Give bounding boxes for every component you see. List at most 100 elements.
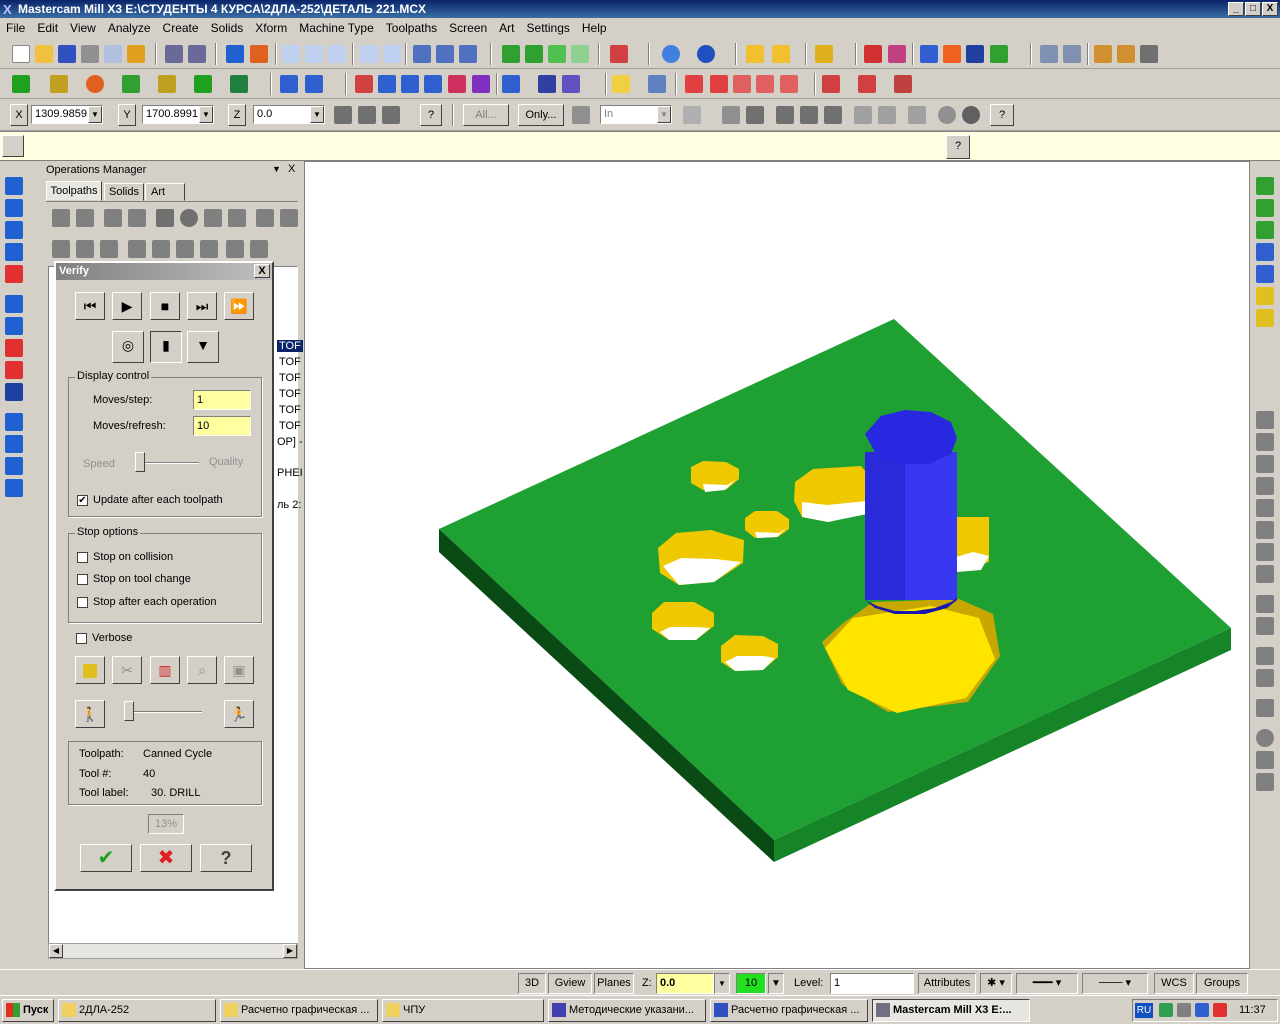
- autocursor-icon[interactable]: [382, 106, 400, 124]
- highfeed-icon[interactable]: [228, 209, 246, 227]
- chain-icon[interactable]: [1256, 499, 1274, 517]
- language-indicator[interactable]: RU: [1135, 1003, 1153, 1018]
- analyze-icon[interactable]: [772, 45, 790, 63]
- wcs-button[interactable]: WCS: [1154, 973, 1194, 994]
- select-dirty-icon[interactable]: [76, 209, 94, 227]
- layer-icon[interactable]: [1256, 647, 1274, 665]
- tree-horizontal-scrollbar[interactable]: ◀ ▶: [48, 943, 298, 959]
- chart-icon[interactable]: [888, 45, 906, 63]
- offset-icon[interactable]: [448, 75, 466, 93]
- solid-back-icon[interactable]: [854, 106, 872, 124]
- sim-speed-thumb[interactable]: [124, 701, 134, 721]
- close-button[interactable]: X: [1262, 2, 1278, 16]
- menu-xform[interactable]: Xform: [249, 21, 293, 35]
- layer2-icon[interactable]: [1256, 669, 1274, 687]
- point-style-select[interactable]: ✱ ▾: [980, 973, 1012, 994]
- tab-toolpaths[interactable]: Toolpaths: [46, 181, 102, 201]
- scissors-icon[interactable]: ✂: [112, 656, 142, 684]
- z-label[interactable]: Z: [228, 104, 246, 126]
- dim-icon[interactable]: [1256, 411, 1274, 429]
- x-label[interactable]: X: [10, 104, 28, 126]
- solid-edge-icon[interactable]: [800, 106, 818, 124]
- rectangle-icon[interactable]: [122, 75, 140, 93]
- delete-icon[interactable]: [815, 45, 833, 63]
- move-down-icon[interactable]: [128, 240, 146, 258]
- prompt-help-button[interactable]: ?: [946, 135, 970, 159]
- zoom-out-icon[interactable]: [328, 45, 346, 63]
- ok-button[interactable]: ✔: [80, 844, 132, 872]
- ordinate-icon[interactable]: [1256, 543, 1274, 561]
- fillet-icon[interactable]: [158, 75, 176, 93]
- solid-tool-icon[interactable]: ▮: [150, 331, 182, 363]
- pan-icon[interactable]: [226, 45, 244, 63]
- point-icon[interactable]: [12, 75, 30, 93]
- menu-screen[interactable]: Screen: [443, 21, 493, 35]
- outline-cube-icon[interactable]: [571, 45, 589, 63]
- menu-toolpaths[interactable]: Toolpaths: [380, 21, 443, 35]
- globe-icon[interactable]: [662, 45, 680, 63]
- select-all-ops-icon[interactable]: [52, 209, 70, 227]
- start-button[interactable]: Пуск: [2, 999, 54, 1022]
- taskbar-item-folder[interactable]: ЧПУ: [382, 999, 544, 1022]
- rotate-down-icon[interactable]: [5, 199, 23, 217]
- groups-button[interactable]: Groups: [1196, 973, 1248, 994]
- volume-icon[interactable]: [1177, 1003, 1191, 1017]
- fillet-solid-icon[interactable]: [5, 339, 23, 357]
- menu-edit[interactable]: Edit: [31, 21, 64, 35]
- book-icon[interactable]: [75, 656, 105, 684]
- selection-help-button[interactable]: ?: [990, 104, 1014, 126]
- help-button[interactable]: ?: [200, 844, 252, 872]
- taskbar-item-document[interactable]: Методические указани...: [548, 999, 706, 1022]
- cancel-button[interactable]: ✖: [140, 844, 192, 872]
- verify-close-button[interactable]: X: [254, 264, 270, 278]
- solid-combo-icon[interactable]: [5, 317, 23, 335]
- menu-view[interactable]: View: [64, 21, 102, 35]
- break-icon[interactable]: [305, 75, 323, 93]
- regen-dirty-icon[interactable]: [128, 209, 146, 227]
- minimize-button[interactable]: _: [1228, 2, 1244, 16]
- menu-machine-type[interactable]: Machine Type: [293, 21, 380, 35]
- run-icon[interactable]: 🏃: [224, 700, 254, 728]
- trim-icon[interactable]: [280, 75, 298, 93]
- boolean-icon[interactable]: [5, 413, 23, 431]
- menu-file[interactable]: File: [0, 21, 31, 35]
- sketch-icon[interactable]: [2, 135, 24, 157]
- shaded-cube-icon[interactable]: [502, 45, 520, 63]
- wire-cube-icon[interactable]: [525, 45, 543, 63]
- tree-item[interactable]: TOF: [279, 356, 301, 368]
- update-checkbox[interactable]: ✔: [77, 495, 88, 506]
- color-field[interactable]: 10: [736, 973, 766, 994]
- draft-icon[interactable]: [5, 457, 23, 475]
- pointer-icon[interactable]: [722, 106, 740, 124]
- color-dropdown[interactable]: ▼: [768, 973, 784, 994]
- line-style-select[interactable]: ━━━ ▾: [1016, 973, 1078, 994]
- level-field[interactable]: 1: [830, 973, 914, 994]
- tree-item[interactable]: OP] -: [277, 436, 303, 448]
- taskbar-item-folder[interactable]: Расчетно графическая ...: [220, 999, 378, 1022]
- hidden-cube-icon[interactable]: [548, 45, 566, 63]
- tree-item[interactable]: PHEI: [277, 467, 303, 479]
- shell-icon[interactable]: [5, 383, 23, 401]
- shape-icon[interactable]: [943, 45, 961, 63]
- cut-icon[interactable]: [822, 75, 840, 93]
- gear-icon[interactable]: [572, 106, 590, 124]
- home-icon[interactable]: [1256, 773, 1274, 791]
- rotate-icon[interactable]: [378, 75, 396, 93]
- grid-icon[interactable]: [538, 75, 556, 93]
- verbose-checkbox[interactable]: [76, 633, 87, 644]
- top-view-icon[interactable]: [1256, 177, 1274, 195]
- ops-close-button[interactable]: X: [288, 163, 295, 175]
- scroll-left-icon[interactable]: ◀: [49, 944, 63, 958]
- brush-icon[interactable]: [780, 75, 798, 93]
- zoom-80-icon[interactable]: [383, 45, 401, 63]
- stop-icon[interactable]: ■: [150, 292, 180, 320]
- safe-remove-icon[interactable]: [1195, 1003, 1209, 1017]
- xform2-icon[interactable]: [1256, 617, 1274, 635]
- tab-art[interactable]: Art: [145, 183, 185, 201]
- rewind-icon[interactable]: ⏮: [75, 292, 105, 320]
- tree-item[interactable]: TOF: [279, 388, 301, 400]
- backplot-icon[interactable]: [156, 209, 174, 227]
- z-coordinate-field[interactable]: 0.0 ▼: [253, 105, 325, 124]
- window-icon[interactable]: [1040, 45, 1058, 63]
- menu-analyze[interactable]: Analyze: [102, 21, 157, 35]
